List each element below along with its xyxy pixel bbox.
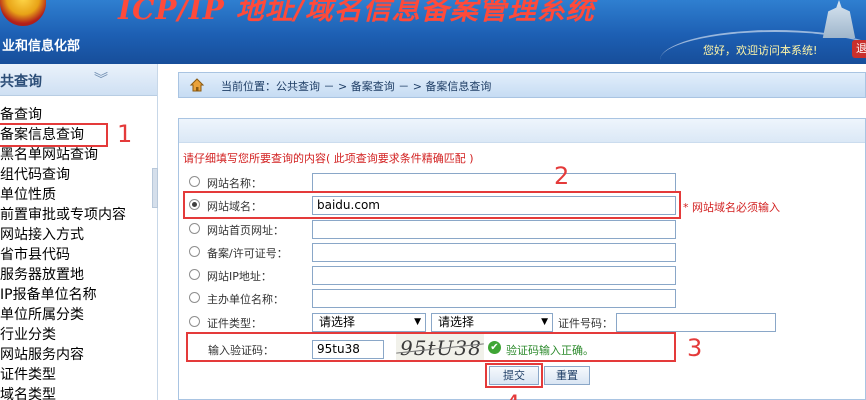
reset-button[interactable]: 重置 [544, 366, 590, 385]
required-note: * 网站域名必须输入 [683, 201, 780, 214]
label-sponsor-name: 主办单位名称： [207, 293, 284, 306]
license-number-input[interactable] [312, 243, 676, 262]
label-cert-number: 证件号码： [558, 317, 613, 330]
site-ip-input[interactable] [312, 266, 676, 285]
label-site-ip: 网站IP地址： [207, 270, 272, 283]
national-emblem-icon [0, 0, 46, 26]
cert-type-select[interactable]: 请选择 ▼ [312, 313, 426, 332]
annotation-number-3: 3 [687, 334, 703, 362]
welcome-text: 您好，欢迎访问本系统! [703, 44, 818, 57]
sidebar-item-access-method[interactable]: 网站接入方式 [0, 225, 158, 245]
row-homepage-url: 网站首页网址： [178, 218, 866, 240]
label-cert-type: 证件类型： [207, 317, 262, 330]
row-site-ip: 网站IP地址： [178, 264, 866, 286]
radio-license-number[interactable] [189, 246, 200, 257]
radio-sponsor-name[interactable] [189, 292, 200, 303]
row-sponsor-name: 主办单位名称： [178, 287, 866, 309]
site-name-input[interactable] [312, 173, 676, 192]
select-caret-icon: ▼ [541, 317, 548, 327]
system-title: ICP/IP 地址/域名信息备案管理系统 [118, 0, 595, 26]
chevron-down-icon[interactable]: ︾ [94, 69, 108, 89]
label-site-name: 网站名称： [207, 177, 262, 190]
cert-type-select-value: 请选择 [319, 315, 356, 329]
form-hint: 请仔细填写您所要查询的内容( 此项查询要求条件精确匹配 ) [183, 152, 474, 165]
annotation-number-2: 2 [554, 162, 570, 190]
annotation-box-3 [186, 332, 676, 362]
label-homepage-url: 网站首页网址： [207, 224, 284, 237]
cert-number-input[interactable] [616, 313, 776, 332]
breadcrumb-text: 当前位置：公共查询 － > 备案查询 － > 备案信息查询 [221, 80, 492, 93]
sidebar-item-pre-approval[interactable]: 前置审批或专项内容 [0, 205, 158, 225]
sidebar-item-ip-unit-name[interactable]: IP报备单位名称 [0, 285, 158, 305]
annotation-box-1 [0, 123, 108, 147]
cert-subtype-select-value: 请选择 [438, 315, 475, 329]
homepage-url-input[interactable] [312, 220, 676, 239]
radio-site-name[interactable] [189, 176, 200, 187]
sidebar-item-unit-category[interactable]: 单位所属分类 [0, 305, 158, 325]
ministry-name: 业和信息化部 [2, 39, 81, 54]
sidebar-item-domain-type[interactable]: 域名类型 [0, 385, 158, 400]
annotation-number-4: 4 [505, 390, 520, 400]
sidebar-title: 共查询 [0, 74, 42, 90]
site-header: ICP/IP 地址/域名信息备案管理系统 业和信息化部 您好，欢迎访问本系统! … [0, 0, 866, 64]
sidebar: 共查询 ︾ 备查询 备案信息查询 黑名单网站查询 组代码查询 单位性质 前置审批… [0, 64, 158, 400]
sidebar-header[interactable]: 共查询 ︾ [0, 64, 157, 96]
sidebar-item-blacklist-query[interactable]: 黑名单网站查询 [0, 145, 158, 165]
sidebar-item-unit-nature[interactable]: 单位性质 [0, 185, 158, 205]
radio-homepage-url[interactable] [189, 223, 200, 234]
radio-site-ip[interactable] [189, 269, 200, 280]
sidebar-item-org-code-query[interactable]: 组代码查询 [0, 165, 158, 185]
sidebar-item-server-location[interactable]: 服务器放置地 [0, 265, 158, 285]
sidebar-item-industry[interactable]: 行业分类 [0, 325, 158, 345]
breadcrumb: 当前位置：公共查询 － > 备案查询 － > 备案信息查询 [178, 72, 866, 98]
row-license-number: 备案/许可证号： [178, 241, 866, 263]
sidebar-menu: 备查询 备案信息查询 黑名单网站查询 组代码查询 单位性质 前置审批或专项内容 … [0, 105, 158, 400]
annotation-box-2 [183, 191, 681, 219]
row-cert-type: 证件类型： 请选择 ▼ 请选择 ▼ 证件号码： [178, 311, 866, 333]
sidebar-item-cert-type[interactable]: 证件类型 [0, 365, 158, 385]
cert-subtype-select[interactable]: 请选择 ▼ [431, 313, 553, 332]
sidebar-item-query[interactable]: 备查询 [0, 105, 158, 125]
annotation-number-1: 1 [117, 120, 133, 148]
select-caret-icon: ▼ [414, 317, 421, 327]
label-license-number: 备案/许可证号： [207, 247, 288, 260]
panel-header [179, 119, 865, 143]
exit-button[interactable]: 退 [852, 40, 866, 58]
annotation-box-4 [485, 363, 543, 388]
sponsor-name-input[interactable] [312, 289, 676, 308]
screen-root: ICP/IP 地址/域名信息备案管理系统 业和信息化部 您好，欢迎访问本系统! … [0, 0, 866, 400]
sidebar-item-region-code[interactable]: 省市县代码 [0, 245, 158, 265]
row-site-name: 网站名称： [178, 171, 866, 193]
sidebar-scrollbar[interactable] [152, 168, 158, 208]
home-icon[interactable] [189, 77, 205, 93]
sidebar-item-service-content[interactable]: 网站服务内容 [0, 345, 158, 365]
radio-cert-type[interactable] [189, 316, 200, 327]
